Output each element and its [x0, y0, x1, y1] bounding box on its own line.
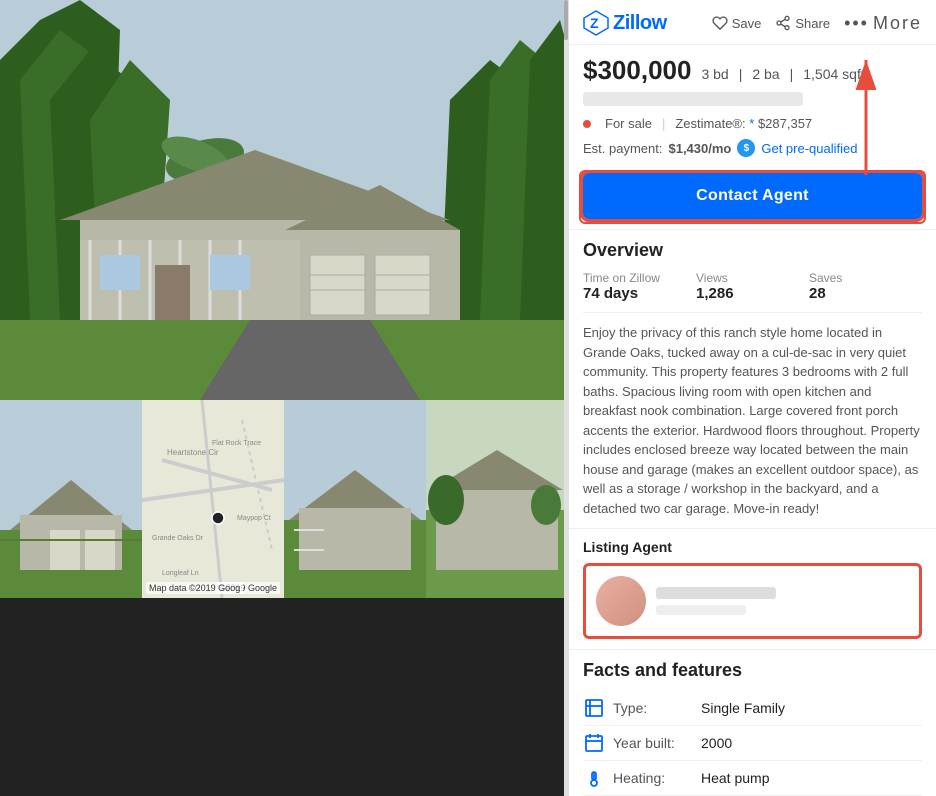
contact-section: Contact Agent: [569, 165, 936, 229]
overview-section: Overview Time on Zillow 74 days Views 1,…: [569, 229, 936, 528]
zillow-logo: Z Zillow: [583, 10, 667, 36]
map-data-label: Map data ©2019 Goog: [146, 582, 243, 594]
overview-title: Overview: [583, 240, 922, 261]
thumbnail-row: Heartstone Cir Flat Rock Trace Maypop Ct…: [0, 400, 568, 598]
listing-agent-label: Listing Agent: [583, 539, 922, 555]
calendar-icon: [583, 732, 605, 754]
est-payment-row: Est. payment: $1,430/mo $ Get pre-qualif…: [569, 135, 936, 165]
right-panel: Z Zillow Save Share ••• More $300,000 3 …: [568, 0, 936, 796]
share-label: Share: [795, 16, 830, 31]
more-button[interactable]: ••• More: [844, 13, 922, 34]
share-icon: [775, 15, 791, 31]
time-on-zillow-stat: Time on Zillow 74 days: [583, 271, 696, 302]
more-label: More: [873, 13, 922, 34]
listing-agent-section: Listing Agent: [569, 528, 936, 649]
status-row: For sale | Zestimate®: * $287,357: [569, 112, 936, 135]
property-address: [583, 92, 803, 106]
save-label: Save: [732, 16, 762, 31]
agent-detail-blurred: [656, 605, 746, 615]
svg-text:Z: Z: [590, 15, 599, 31]
est-payment-value: $1,430/mo: [668, 141, 731, 156]
zestimate-star: *: [749, 116, 754, 131]
stats-row: Time on Zillow 74 days Views 1,286 Saves…: [583, 271, 922, 313]
heating-value: Heat pump: [701, 770, 769, 786]
fact-row-year-built: Year built: 2000: [583, 726, 922, 761]
fact-row-heating: Heating: Heat pump: [583, 761, 922, 796]
facts-title: Facts and features: [583, 660, 922, 681]
property-description: Enjoy the privacy of this ranch style ho…: [583, 323, 922, 518]
agent-avatar-image: [596, 576, 646, 626]
agent-name-blurred: [656, 587, 776, 599]
more-dots: •••: [844, 13, 869, 34]
saves-stat: Saves 28: [809, 271, 922, 302]
price-section: $300,000 3 bd | 2 ba | 1,504 sqft: [569, 45, 936, 112]
heart-icon: [712, 15, 728, 31]
heating-label: Heating:: [613, 770, 693, 786]
property-baths: 2 ba: [752, 66, 779, 82]
agent-avatar: [596, 576, 646, 626]
main-photo[interactable]: [0, 0, 568, 400]
contact-agent-button[interactable]: Contact Agent: [583, 173, 922, 219]
home-icon: [583, 697, 605, 719]
time-on-zillow-label: Time on Zillow: [583, 271, 696, 285]
agent-info: [656, 587, 909, 615]
saves-value: 28: [809, 285, 922, 302]
views-stat: Views 1,286: [696, 271, 809, 302]
status-separator: |: [662, 116, 665, 131]
views-value: 1,286: [696, 285, 809, 302]
scrollbar-thumb[interactable]: [564, 0, 568, 40]
facts-section: Facts and features Type: Single Family: [569, 649, 936, 796]
time-on-zillow-value: 74 days: [583, 285, 696, 302]
zestimate-label: Zestimate®: * $287,357: [675, 116, 812, 131]
saves-label: Saves: [809, 271, 922, 285]
property-sqft: 1,504 sqft: [803, 66, 865, 82]
svg-text:Heartstone Cir: Heartstone Cir: [167, 448, 219, 457]
get-prequalified-link[interactable]: Get pre-qualified: [761, 141, 857, 156]
thumbnail-map[interactable]: Heartstone Cir Flat Rock Trace Maypop Ct…: [142, 400, 284, 598]
property-price: $300,000: [583, 55, 691, 86]
type-label: Type:: [613, 700, 693, 716]
left-panel: Heartstone Cir Flat Rock Trace Maypop Ct…: [0, 0, 568, 796]
finance-icon: $: [737, 139, 755, 157]
site-header: Z Zillow Save Share ••• More: [569, 0, 936, 45]
svg-text:Maypop Ct: Maypop Ct: [237, 515, 271, 522]
svg-text:Grande Oaks Dr: Grande Oaks Dr: [152, 535, 204, 542]
thumbnail-3[interactable]: [284, 400, 426, 598]
listing-agent-box: [583, 563, 922, 639]
year-built-label: Year built:: [613, 735, 693, 751]
thumbnail-1[interactable]: [0, 400, 142, 598]
fact-row-type: Type: Single Family: [583, 691, 922, 726]
views-label: Views: [696, 271, 809, 285]
est-payment-label: Est. payment:: [583, 141, 662, 156]
scrollbar[interactable]: [564, 0, 568, 796]
zillow-logo-text: Zillow: [613, 12, 667, 35]
thermometer-icon: [583, 767, 605, 789]
for-sale-label: For sale: [605, 116, 652, 131]
svg-text:Flat Rock Trace: Flat Rock Trace: [212, 440, 261, 447]
svg-text:Longleaf Ln: Longleaf Ln: [162, 570, 199, 577]
share-button[interactable]: Share: [775, 15, 830, 31]
zillow-z-icon: Z: [583, 10, 609, 36]
type-value: Single Family: [701, 700, 785, 716]
ba-sqft-separator: |: [790, 66, 794, 82]
header-actions: Save Share ••• More: [712, 13, 922, 34]
bd-ba-separator: |: [739, 66, 743, 82]
thumbnail-4[interactable]: [426, 400, 568, 598]
year-built-value: 2000: [701, 735, 732, 751]
property-beds: 3 bd: [701, 66, 728, 82]
save-button[interactable]: Save: [712, 15, 762, 31]
for-sale-dot: [583, 120, 591, 128]
